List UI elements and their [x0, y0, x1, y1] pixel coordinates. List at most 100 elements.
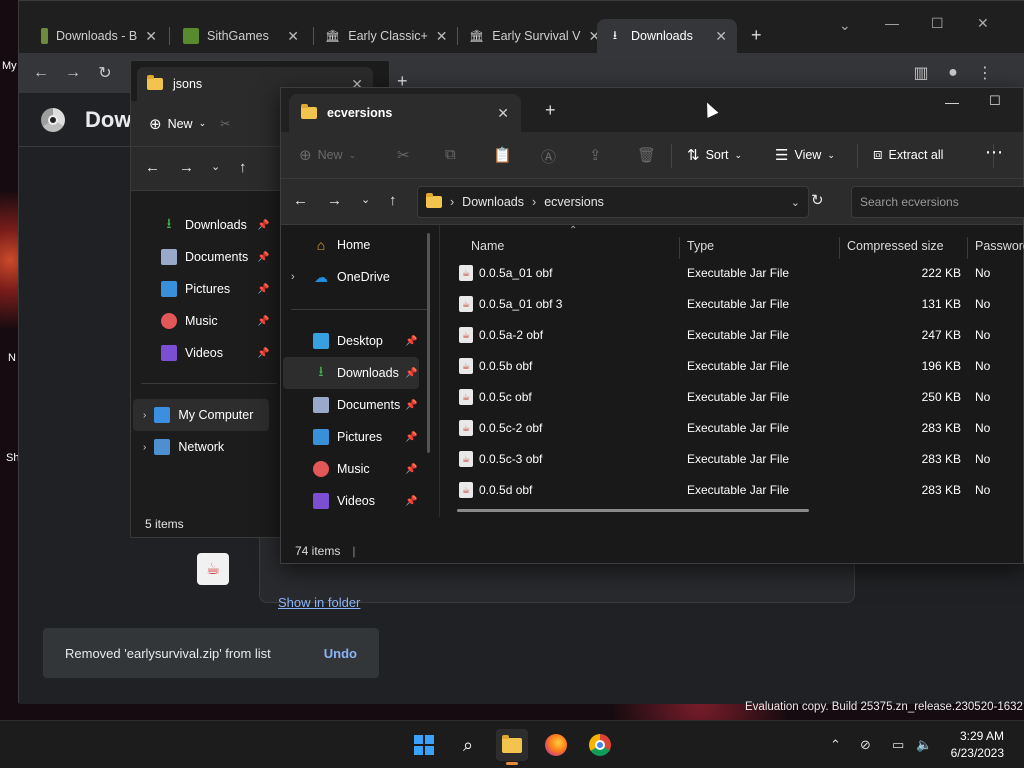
back-icon[interactable]: ←	[293, 192, 308, 209]
nav-item-onedrive[interactable]: › ☁ OneDrive	[291, 261, 441, 293]
forward-icon[interactable]: →	[179, 159, 194, 176]
chrome-tab-active[interactable]: ⭳ Downloads ✕	[597, 19, 737, 53]
breadcrumb-item[interactable]: Downloads	[462, 195, 524, 209]
column-header-name[interactable]: Name	[471, 239, 504, 253]
system-clock[interactable]: 3:29 AM 6/23/2023	[951, 728, 1004, 762]
more-menu-icon[interactable]: ⋮	[973, 61, 997, 85]
nav-item-downloads[interactable]: ⭳ Downloads 📌	[283, 357, 419, 389]
recent-locations-icon[interactable]: ⌄	[361, 193, 370, 206]
nav-item-videos[interactable]: Videos 📌	[161, 337, 281, 369]
nav-item-documents[interactable]: Documents 📌	[313, 389, 419, 421]
tab-search-icon[interactable]: ⌄	[839, 17, 851, 34]
close-icon[interactable]: ✕	[715, 28, 727, 45]
paste-icon[interactable]: 📋	[493, 146, 512, 164]
chevron-up-icon[interactable]: ⌃	[830, 737, 841, 753]
network-off-icon[interactable]: ⊘	[860, 737, 871, 753]
cut-icon[interactable]: ✂	[397, 146, 410, 164]
up-icon[interactable]: ↑	[239, 159, 247, 176]
file-row[interactable]: ☕ 0.0.5d obf Executable Jar File 283 KB …	[451, 474, 1024, 505]
chrome-tab-label: SithGames	[207, 29, 269, 43]
undo-button[interactable]: Undo	[324, 646, 357, 661]
maximize-icon[interactable]: ☐	[931, 15, 944, 32]
start-button[interactable]	[408, 729, 440, 761]
nav-item-videos[interactable]: Videos 📌	[313, 485, 419, 517]
column-separator[interactable]	[967, 237, 968, 259]
back-icon[interactable]: ←	[145, 159, 160, 176]
new-tab-icon[interactable]: +	[751, 25, 762, 46]
new-tab-icon[interactable]: +	[545, 100, 556, 121]
file-row[interactable]: ☕ 0.0.5a-2 obf Executable Jar File 247 K…	[451, 319, 1024, 350]
nav-item-pictures[interactable]: Pictures 📌	[313, 421, 419, 453]
file-row[interactable]: ☕ 0.0.5b obf Executable Jar File 196 KB …	[451, 350, 1024, 381]
close-icon[interactable]: ✕	[497, 105, 509, 122]
up-icon[interactable]: ↑	[389, 192, 397, 209]
share-icon[interactable]: ⇪	[589, 146, 602, 164]
file-row[interactable]: ☕ 0.0.5a_01 obf Executable Jar File 222 …	[451, 257, 1024, 288]
new-button[interactable]: ⊕ New ⌄	[299, 146, 356, 164]
nav-item-desktop[interactable]: Desktop 📌	[313, 325, 419, 357]
column-header-password[interactable]: Password	[975, 239, 1024, 253]
copy-icon[interactable]: ⧉	[445, 146, 456, 163]
chevron-right-icon[interactable]: ›	[291, 271, 305, 283]
file-row[interactable]: ☕ 0.0.5c-2 obf Executable Jar File 283 K…	[451, 412, 1024, 443]
delete-icon[interactable]: 🗑	[637, 146, 656, 164]
nav-item-documents[interactable]: Documents 📌	[161, 241, 281, 273]
nav-item-downloads[interactable]: ⭳ Downloads 📌	[161, 209, 281, 241]
chrome-tab[interactable]: SithGames ✕	[173, 19, 309, 53]
side-panel-icon[interactable]: ▥	[909, 61, 933, 85]
file-explorer-taskbar-icon[interactable]	[496, 729, 528, 765]
extract-all-button[interactable]: ⧈ Extract all	[873, 146, 943, 163]
explorer-tab[interactable]: ecversions ✕	[289, 94, 521, 132]
file-row[interactable]: ☕ 0.0.5c-3 obf Executable Jar File 283 K…	[451, 443, 1024, 474]
breadcrumb-item[interactable]: ecversions	[544, 195, 604, 209]
more-options-icon[interactable]: ⋯	[985, 142, 1003, 163]
volume-icon[interactable]: 🔈	[916, 737, 932, 753]
close-icon[interactable]: ✕	[436, 28, 448, 45]
nav-item-my-computer[interactable]: › My Computer	[133, 399, 269, 431]
nav-item-home[interactable]: ⌂ Home	[313, 229, 443, 261]
reload-icon[interactable]: ↻	[93, 61, 117, 85]
column-separator[interactable]	[679, 237, 680, 259]
file-row[interactable]: ☕ 0.0.5a_01 obf 3 Executable Jar File 13…	[451, 288, 1024, 319]
show-in-folder-link[interactable]: Show in folder	[278, 595, 360, 610]
column-header-compressed-size[interactable]: Compressed size	[847, 239, 944, 253]
forward-icon[interactable]: →	[327, 192, 342, 209]
nav-item-music[interactable]: Music 📌	[161, 305, 281, 337]
firefox-taskbar-icon[interactable]	[540, 729, 572, 761]
nav-item-music[interactable]: Music 📌	[313, 453, 419, 485]
close-icon[interactable]: ✕	[145, 28, 157, 45]
chrome-tab[interactable]: 🏛 Early Survival V ✕	[459, 19, 599, 53]
close-icon[interactable]: ✕	[287, 28, 299, 45]
view-button[interactable]: ☰ View ⌄	[775, 146, 835, 164]
address-field[interactable]: › Downloads › ecversions ⌄	[417, 186, 809, 218]
chevron-right-icon[interactable]: ›	[143, 410, 146, 421]
search-input[interactable]: Search ecversions	[851, 186, 1024, 218]
chrome-tab[interactable]: 🏛 Early Classic+ ✕	[315, 19, 455, 53]
forward-icon[interactable]: →	[61, 61, 85, 85]
display-icon[interactable]: ▭	[892, 737, 904, 753]
chevron-down-icon[interactable]: ⌄	[791, 196, 800, 209]
new-button[interactable]: ⊕ New ⌄	[149, 115, 206, 133]
minimize-icon[interactable]: —	[885, 15, 899, 31]
column-header-type[interactable]: Type	[687, 239, 714, 253]
recent-locations-icon[interactable]: ⌄	[211, 160, 220, 173]
chrome-tab[interactable]: Downloads - B ✕	[31, 19, 167, 53]
cut-icon[interactable]: ✂	[220, 116, 230, 131]
nav-scrollbar[interactable]	[427, 233, 430, 453]
sort-button[interactable]: ⇅ Sort ⌄	[687, 146, 742, 164]
chrome-taskbar-icon[interactable]	[584, 729, 616, 761]
maximize-icon[interactable]: ☐	[989, 93, 1001, 109]
refresh-icon[interactable]: ↻	[811, 191, 824, 209]
back-icon[interactable]: ←	[29, 61, 53, 85]
rename-icon[interactable]: Ⓐ	[541, 146, 556, 167]
file-row[interactable]: ☕ 0.0.5c obf Executable Jar File 250 KB …	[451, 381, 1024, 412]
nav-item-pictures[interactable]: Pictures 📌	[161, 273, 281, 305]
column-separator[interactable]	[839, 237, 840, 259]
close-window-icon[interactable]: ✕	[977, 15, 989, 32]
chevron-right-icon[interactable]: ›	[143, 442, 146, 453]
profile-icon[interactable]: ●	[941, 61, 965, 85]
minimize-icon[interactable]: —	[945, 94, 959, 110]
search-icon[interactable]: ⌕	[452, 729, 484, 761]
nav-item-network[interactable]: › Network	[133, 431, 269, 463]
horizontal-scrollbar[interactable]	[457, 509, 809, 512]
